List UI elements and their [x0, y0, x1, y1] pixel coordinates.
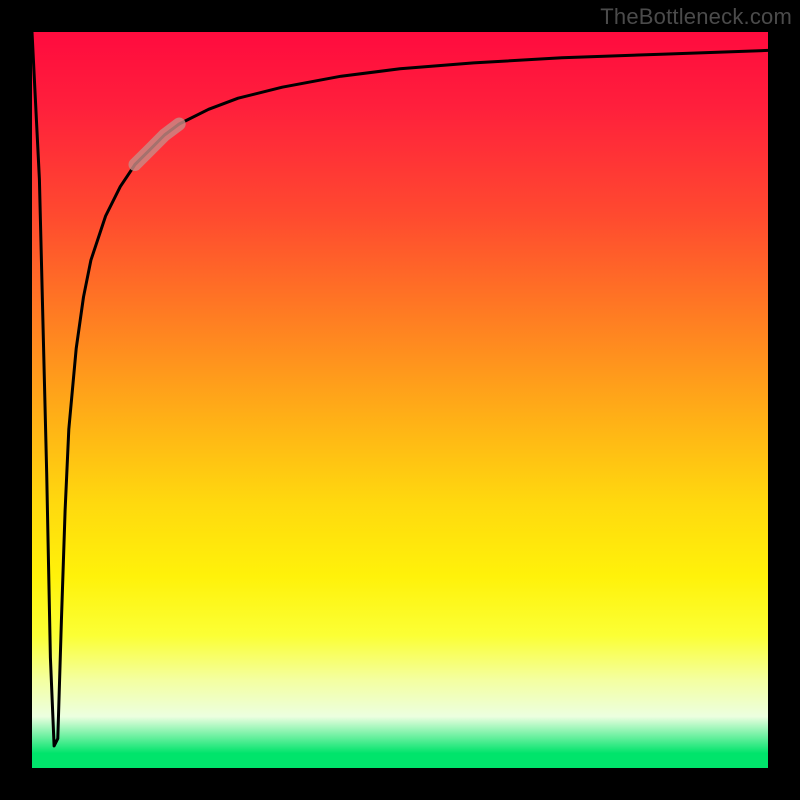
bottleneck-curve: [32, 32, 768, 768]
plot-area: [32, 32, 768, 768]
chart-frame: TheBottleneck.com: [0, 0, 800, 800]
curve-highlight: [135, 124, 179, 165]
watermark-text: TheBottleneck.com: [600, 4, 792, 30]
curve-path: [32, 32, 768, 746]
